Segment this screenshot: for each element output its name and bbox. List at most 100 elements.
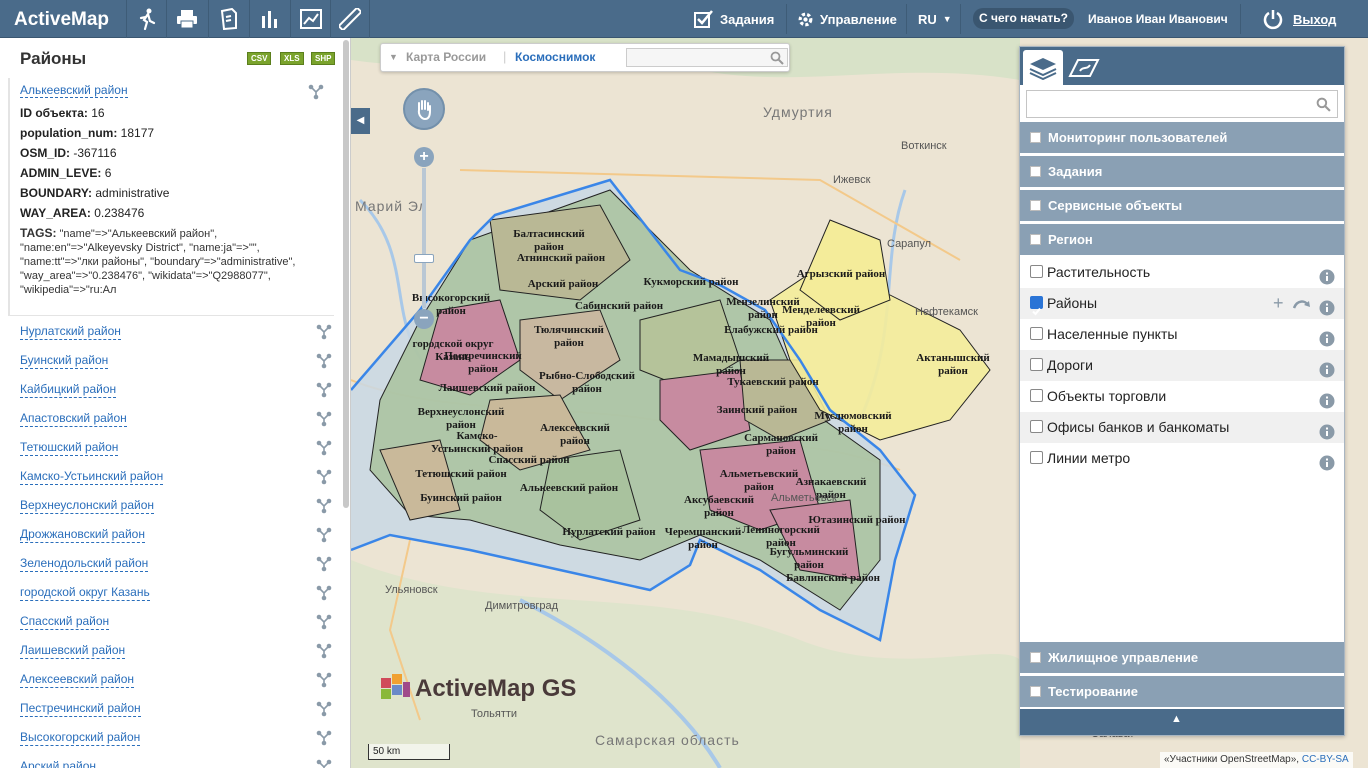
- pan-control[interactable]: [403, 88, 445, 130]
- group-checkbox[interactable]: [1030, 686, 1041, 697]
- group-checkbox[interactable]: [1030, 132, 1041, 143]
- group-checkbox[interactable]: [1030, 234, 1041, 245]
- group-checkbox[interactable]: [1030, 200, 1041, 211]
- print-icon[interactable]: [166, 0, 206, 38]
- district-link[interactable]: Зеленодольский район: [20, 556, 149, 572]
- district-link[interactable]: Камско-Устьинский район: [20, 469, 164, 485]
- document-icon[interactable]: [208, 0, 248, 38]
- selected-object-link[interactable]: Алькеевский район: [20, 83, 128, 98]
- layer-row[interactable]: Районы +: [1020, 288, 1344, 319]
- layer-group[interactable]: Тестирование: [1020, 676, 1344, 707]
- getting-started-button[interactable]: С чего начать?: [973, 8, 1074, 29]
- district-link[interactable]: городской округ Казань: [20, 585, 150, 601]
- district-link[interactable]: Кайбицкий район: [20, 382, 117, 398]
- tree-icon[interactable]: [316, 556, 332, 572]
- group-checkbox[interactable]: [1030, 652, 1041, 663]
- chevron-down-icon[interactable]: ▼: [389, 52, 398, 62]
- collapse-sidebar-button[interactable]: ◀: [351, 108, 370, 134]
- panel-collapse-bar[interactable]: ▲: [1020, 709, 1344, 735]
- tree-icon[interactable]: [316, 643, 332, 659]
- export-csv-button[interactable]: CSV: [247, 52, 272, 65]
- tab-russia-map[interactable]: Карта России: [406, 50, 486, 64]
- info-icon[interactable]: [1319, 455, 1335, 471]
- layer-group[interactable]: Регион: [1020, 224, 1344, 255]
- redo-icon[interactable]: [1293, 298, 1311, 310]
- layer-checkbox[interactable]: [1030, 327, 1043, 340]
- tree-icon[interactable]: [316, 382, 332, 398]
- tree-icon[interactable]: [316, 614, 332, 630]
- layer-search-input[interactable]: [1026, 90, 1338, 118]
- export-shp-button[interactable]: SHP: [311, 52, 336, 65]
- zoom-in-button[interactable]: +: [414, 147, 434, 167]
- group-checkbox[interactable]: [1030, 166, 1041, 177]
- tree-icon[interactable]: [316, 585, 332, 601]
- info-icon[interactable]: [1319, 362, 1335, 378]
- district-link[interactable]: Высокогорский район: [20, 730, 141, 746]
- tree-icon[interactable]: [316, 527, 332, 543]
- tree-icon[interactable]: [316, 730, 332, 746]
- layer-row[interactable]: Растительность: [1020, 257, 1344, 288]
- district-link[interactable]: Лаишевский район: [20, 643, 126, 659]
- district-link[interactable]: Нурлатский район: [20, 324, 121, 340]
- ruler-icon[interactable]: [330, 0, 370, 38]
- district-link[interactable]: Арский район: [20, 759, 96, 768]
- info-icon[interactable]: [1319, 424, 1335, 440]
- line-chart-icon[interactable]: [290, 0, 330, 38]
- tree-icon[interactable]: [316, 324, 332, 340]
- district-link[interactable]: Тетюшский район: [20, 440, 119, 456]
- add-icon[interactable]: +: [1273, 288, 1284, 319]
- tree-icon[interactable]: [316, 353, 332, 369]
- tree-icon[interactable]: [316, 701, 332, 717]
- layer-row[interactable]: Объекты торговли: [1020, 381, 1344, 412]
- district-link[interactable]: Апастовский район: [20, 411, 127, 427]
- bar-chart-icon[interactable]: [249, 0, 289, 38]
- layer-group[interactable]: Задания: [1020, 156, 1344, 187]
- layer-checkbox[interactable]: [1030, 451, 1043, 464]
- district-link[interactable]: Буинский район: [20, 353, 109, 369]
- district-link[interactable]: Алексеевский район: [20, 672, 134, 688]
- map-search-input[interactable]: [626, 48, 788, 67]
- sidebar-scrollbar[interactable]: [343, 40, 349, 508]
- tree-icon[interactable]: [316, 440, 332, 456]
- info-icon[interactable]: [1319, 393, 1335, 409]
- layer-row[interactable]: Дороги: [1020, 350, 1344, 381]
- tasks-button[interactable]: Задания: [694, 0, 774, 38]
- layer-group[interactable]: Мониторинг пользователей: [1020, 122, 1344, 153]
- tab-layers[interactable]: [1023, 50, 1063, 85]
- license-link[interactable]: CC-BY-SA: [1302, 754, 1349, 765]
- layer-checkbox[interactable]: [1030, 389, 1043, 402]
- district-link[interactable]: Верхнеуслонский район: [20, 498, 155, 514]
- app-logo[interactable]: ActiveMap: [14, 9, 109, 31]
- layer-checkbox[interactable]: [1030, 265, 1043, 278]
- district-link[interactable]: Пестречинский район: [20, 701, 141, 717]
- layer-checkbox[interactable]: [1030, 420, 1043, 433]
- layer-row[interactable]: Населенные пункты: [1020, 319, 1344, 350]
- manage-button[interactable]: Управление: [797, 0, 897, 38]
- walk-icon[interactable]: [126, 0, 166, 38]
- layer-row[interactable]: Линии метро: [1020, 443, 1344, 474]
- tab-satellite[interactable]: Космоснимок: [515, 50, 595, 64]
- info-icon[interactable]: [1319, 331, 1335, 347]
- tab-legend[interactable]: [1064, 50, 1104, 85]
- zoom-slider-track[interactable]: [422, 168, 426, 308]
- tree-icon[interactable]: [316, 759, 332, 768]
- logout-button[interactable]: Выход: [1262, 0, 1336, 38]
- layer-checkbox[interactable]: [1030, 358, 1043, 371]
- language-select[interactable]: RU ▼: [918, 0, 952, 38]
- export-xls-button[interactable]: XLS: [280, 52, 304, 65]
- info-icon[interactable]: [1319, 269, 1335, 285]
- layer-row[interactable]: Офисы банков и банкоматы: [1020, 412, 1344, 443]
- tree-icon[interactable]: [316, 672, 332, 688]
- tree-icon[interactable]: [316, 411, 332, 427]
- zoom-slider-handle[interactable]: [414, 254, 434, 263]
- tree-icon[interactable]: [316, 498, 332, 514]
- district-link[interactable]: Дрожжановский район: [20, 527, 145, 543]
- zoom-out-button[interactable]: −: [414, 309, 434, 329]
- tree-icon[interactable]: [308, 84, 324, 100]
- district-link[interactable]: Спасский район: [20, 614, 110, 630]
- tree-icon[interactable]: [316, 469, 332, 485]
- info-icon[interactable]: [1319, 300, 1335, 316]
- layer-group[interactable]: Сервисные объекты: [1020, 190, 1344, 221]
- user-name[interactable]: Иванов Иван Иванович: [1088, 0, 1228, 38]
- layer-group[interactable]: Жилищное управление: [1020, 642, 1344, 673]
